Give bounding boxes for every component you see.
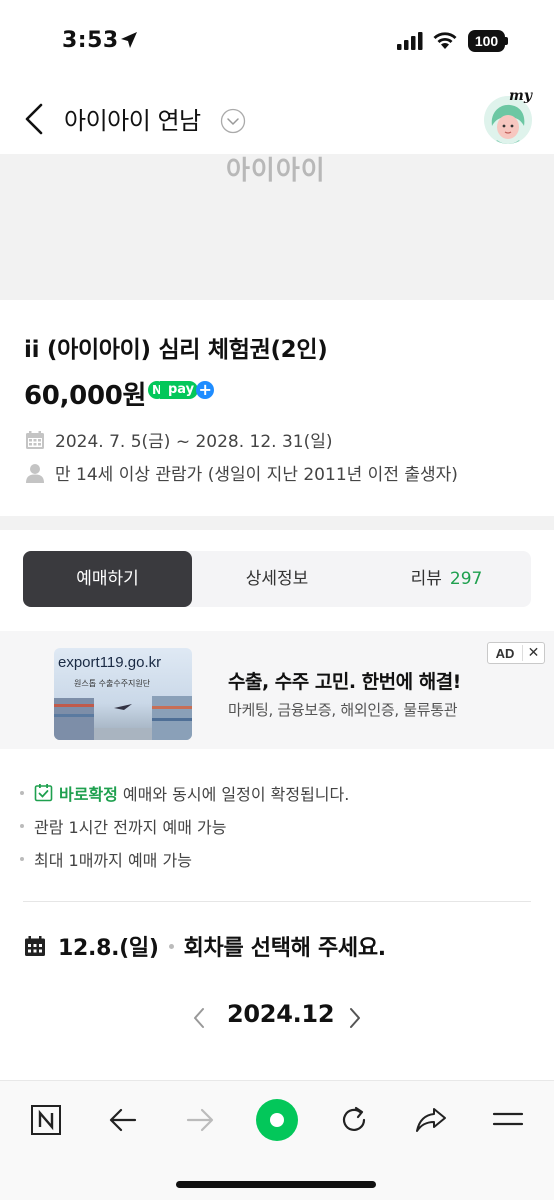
product-info: ii (아이아이) 심리 체험권(2인) 60,000원 N pay + 202… <box>0 300 554 516</box>
session-prompt: 회차를 선택해 주세요. <box>183 936 387 961</box>
browser-toolbar <box>0 1080 554 1200</box>
selected-date: 12.8.(일) <box>58 936 159 961</box>
refresh-button[interactable] <box>329 1095 379 1145</box>
npay-plus: + <box>196 381 215 399</box>
bullet <box>20 823 24 828</box>
ad-banner[interactable]: export119.go.kr 원스톱 수출수주지원단 수출, 수주 고민. 한… <box>0 631 554 749</box>
age-row: 만 14세 이상 관람가 (생일이 지난 2011년 이전 출생자) <box>24 460 458 485</box>
arrow-right-icon <box>186 1108 214 1132</box>
location-arrow-icon <box>121 32 137 48</box>
green-dot-button[interactable] <box>252 1095 302 1145</box>
chevron-down-icon[interactable] <box>220 108 246 134</box>
bullet <box>20 790 24 795</box>
npay-pay: pay <box>160 381 199 399</box>
menu-button[interactable] <box>483 1095 533 1145</box>
status-time: 3:53 <box>62 28 119 53</box>
battery-icon: 100 <box>468 30 508 52</box>
naver-n-icon <box>31 1105 61 1135</box>
selected-date-row: 12.8.(일) 회차를 선택해 주세요. <box>24 930 386 962</box>
product-title: ii (아이아이) 심리 체험권(2인) <box>24 337 328 363</box>
instant-confirm-label: 바로확정 <box>59 784 118 804</box>
naver-home-button[interactable] <box>21 1095 71 1145</box>
cellular-signal-icon <box>397 32 423 50</box>
hero-banner: 아이아이 <box>0 154 554 300</box>
share-button[interactable] <box>406 1095 456 1145</box>
hero-logo: 아이아이 <box>226 156 326 186</box>
period-text: 2024. 7. 5(금) ~ 2028. 12. 31(일) <box>55 432 333 452</box>
section-divider <box>0 516 554 530</box>
review-count: 297 <box>449 569 483 589</box>
tab-reviews-label: 리뷰 <box>410 569 442 589</box>
calendar-icon <box>25 936 45 956</box>
ad-thumbnail[interactable]: export119.go.kr 원스톱 수출수주지원단 <box>54 648 192 740</box>
tab-details[interactable]: 상세정보 <box>192 551 362 607</box>
ad-thumb-url: export119.go.kr <box>58 654 162 671</box>
chevron-left-icon[interactable] <box>190 1006 208 1030</box>
note-text: 예매와 동시에 일정이 확정됩니다. <box>122 784 350 804</box>
page-title[interactable]: 아이아이 연남 <box>64 101 201 136</box>
ad-badge[interactable]: AD ✕ <box>487 642 545 664</box>
tab-bar: 예매하기 상세정보 리뷰 297 <box>23 551 531 607</box>
product-price: 60,000원 <box>24 381 147 411</box>
booking-notes: 바로확정 예매와 동시에 일정이 확정됩니다. 관람 1시간 전까지 예매 가능… <box>20 776 540 875</box>
calendar-icon <box>26 430 44 449</box>
share-icon <box>416 1108 446 1132</box>
divider <box>23 901 531 902</box>
status-bar: 3:53 100 <box>0 0 554 84</box>
person-icon <box>26 463 44 483</box>
note-item: 관람 1시간 전까지 예매 가능 <box>20 809 540 842</box>
month-navigator: 2024.12 <box>0 998 554 1038</box>
calendar-check-icon <box>34 784 53 802</box>
bullet <box>20 856 24 861</box>
tab-reviews[interactable]: 리뷰 297 <box>362 551 531 607</box>
battery-level: 100 <box>468 30 505 52</box>
chevron-right-icon[interactable] <box>346 1006 364 1030</box>
ad-description[interactable]: 마케팅, 금융보증, 해외인증, 물류통관 <box>228 699 458 720</box>
arrow-left-icon <box>109 1108 137 1132</box>
npay-badge: N pay + <box>148 380 215 400</box>
back-icon[interactable] <box>22 102 46 136</box>
note-text: 최대 1매까지 예매 가능 <box>34 850 192 870</box>
refresh-icon <box>342 1106 366 1131</box>
period-row: 2024. 7. 5(금) ~ 2028. 12. 31(일) <box>24 427 333 452</box>
browser-forward-button[interactable] <box>175 1095 225 1145</box>
note-item: 최대 1매까지 예매 가능 <box>20 842 540 875</box>
close-icon[interactable]: ✕ <box>522 645 544 661</box>
ad-label: AD <box>495 645 515 661</box>
header: 아이아이 연남 my <box>0 84 554 156</box>
tab-booking[interactable]: 예매하기 <box>23 551 192 607</box>
ad-headline[interactable]: 수출, 수주 고민. 한번에 해결! <box>228 667 461 694</box>
green-dot-icon <box>256 1099 298 1141</box>
ad-thumb-sub: 원스톱 수출수주지원단 <box>74 679 151 688</box>
home-indicator <box>176 1181 376 1188</box>
age-text: 만 14세 이상 관람가 (생일이 지난 2011년 이전 출생자) <box>55 465 458 485</box>
wifi-icon <box>433 32 457 49</box>
separator-dot <box>168 943 174 949</box>
month-label: 2024.12 <box>227 1000 335 1028</box>
browser-back-button[interactable] <box>98 1095 148 1145</box>
avatar-my-label: my <box>509 88 532 104</box>
note-item: 바로확정 예매와 동시에 일정이 확정됩니다. <box>20 776 540 809</box>
note-text: 관람 1시간 전까지 예매 가능 <box>34 817 227 837</box>
hamburger-menu-icon <box>492 1112 524 1126</box>
